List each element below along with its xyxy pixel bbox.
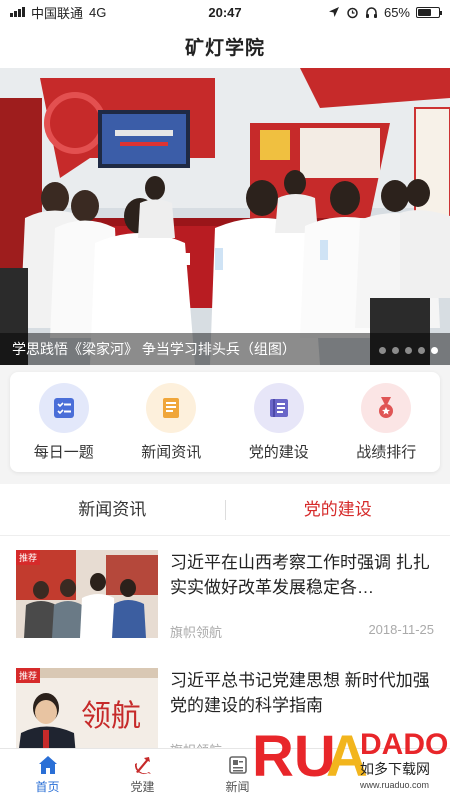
nav-label: 首页 — [35, 780, 60, 794]
carousel-dot[interactable] — [418, 347, 425, 354]
news-thumbnail: 推荐 — [16, 550, 158, 638]
news-document-icon — [146, 382, 197, 433]
site-watermark-logo: RU A DADO 如多下载网 www.ruaduo.com — [252, 724, 448, 790]
newspaper-icon — [228, 756, 247, 774]
quick-label: 党的建设 — [248, 443, 309, 461]
carrier-name: 中国联通 — [31, 5, 84, 21]
banner-caption-text: 学思践悟《梁家河》 争当学习排头兵（组图） — [12, 341, 296, 357]
nav-label: 党建 — [130, 780, 155, 794]
party-emblem-icon — [134, 757, 151, 774]
news-thumbnail: 领航 推荐 — [16, 668, 158, 748]
status-time: 20:47 — [208, 4, 242, 20]
svg-text:RU: RU — [252, 724, 336, 789]
banner-photo — [0, 68, 450, 365]
page-title: 矿灯学院 — [184, 37, 265, 59]
news-date: 2018-11-25 — [368, 622, 434, 637]
status-bar: 中国联通 4G 20:47 65% — [0, 0, 450, 24]
quick-item-daily-question[interactable]: 每日一题 — [19, 382, 109, 462]
content-tabs: 新闻资讯 党的建设 — [0, 484, 450, 536]
carousel-dots — [379, 347, 438, 354]
home-icon — [38, 756, 57, 774]
thumb-text: 领航 — [81, 699, 141, 734]
quick-item-ranking[interactable]: 战绩排行 — [341, 382, 431, 462]
news-title: 习近平在山西考察工作时强调 扎扎实实做好改革发展稳定各… — [170, 553, 430, 597]
quick-item-party-building[interactable]: 党的建设 — [234, 382, 324, 462]
news-title: 习近平总书记党建思想 新时代加强党的建设的科学指南 — [170, 671, 430, 715]
book-icon — [253, 382, 304, 433]
nav-item-party[interactable]: 党建 — [95, 749, 190, 800]
carousel-dot[interactable] — [379, 347, 386, 354]
headphones-icon — [365, 6, 377, 18]
status-left: 中国联通 4G — [10, 3, 106, 22]
quick-menu: 每日一题 新闻资讯 党的建设 战绩排行 — [10, 372, 440, 472]
battery-percent: 65% — [383, 4, 410, 20]
quick-label: 战绩排行 — [356, 443, 417, 461]
carousel-dot[interactable] — [392, 347, 399, 354]
medal-icon — [361, 382, 412, 433]
news-body: 习近平在山西考察工作时强调 扎扎实实做好改革发展稳定各… 旗帜领航 2018-1… — [170, 550, 434, 654]
quick-label: 每日一题 — [33, 443, 94, 461]
tab-label: 新闻资讯 — [78, 499, 147, 519]
svg-text:DADO: DADO — [360, 728, 448, 761]
network-type: 4G — [89, 4, 107, 20]
quick-item-news[interactable]: 新闻资讯 — [126, 382, 216, 462]
status-right: 65% — [328, 4, 442, 20]
tab-party-building[interactable]: 党的建设 — [226, 484, 450, 536]
alarm-icon — [347, 7, 358, 18]
news-meta: 旗帜领航 2018-11-25 — [170, 622, 434, 641]
tab-label: 党的建设 — [303, 499, 372, 519]
news-source: 旗帜领航 — [170, 625, 223, 640]
tab-news[interactable]: 新闻资讯 — [0, 484, 225, 536]
quick-label: 新闻资讯 — [141, 443, 202, 461]
news-badge: 推荐 — [16, 550, 41, 565]
signal-icon — [10, 7, 25, 17]
carousel-dot[interactable] — [431, 347, 438, 354]
banner-carousel[interactable]: 学思践悟《梁家河》 争当学习排头兵（组图） — [0, 68, 450, 365]
watermark-cn: 如多下载网 — [360, 761, 430, 777]
list-item[interactable]: 推荐 习近平在山西考察工作时强调 扎扎实实做好改革发展稳定各… 旗帜领航 201… — [0, 536, 450, 654]
nav-label: 新闻 — [225, 780, 250, 794]
news-source: 旗帜领航 — [170, 740, 222, 748]
nav-item-home[interactable]: 首页 — [0, 749, 95, 800]
battery-icon — [416, 6, 442, 18]
checklist-icon — [38, 382, 89, 433]
app-header: 矿灯学院 — [0, 24, 450, 68]
location-icon — [328, 7, 339, 17]
carousel-dot[interactable] — [405, 347, 412, 354]
news-badge: 推荐 — [16, 668, 41, 683]
watermark-url: www.ruaduo.com — [359, 780, 429, 790]
